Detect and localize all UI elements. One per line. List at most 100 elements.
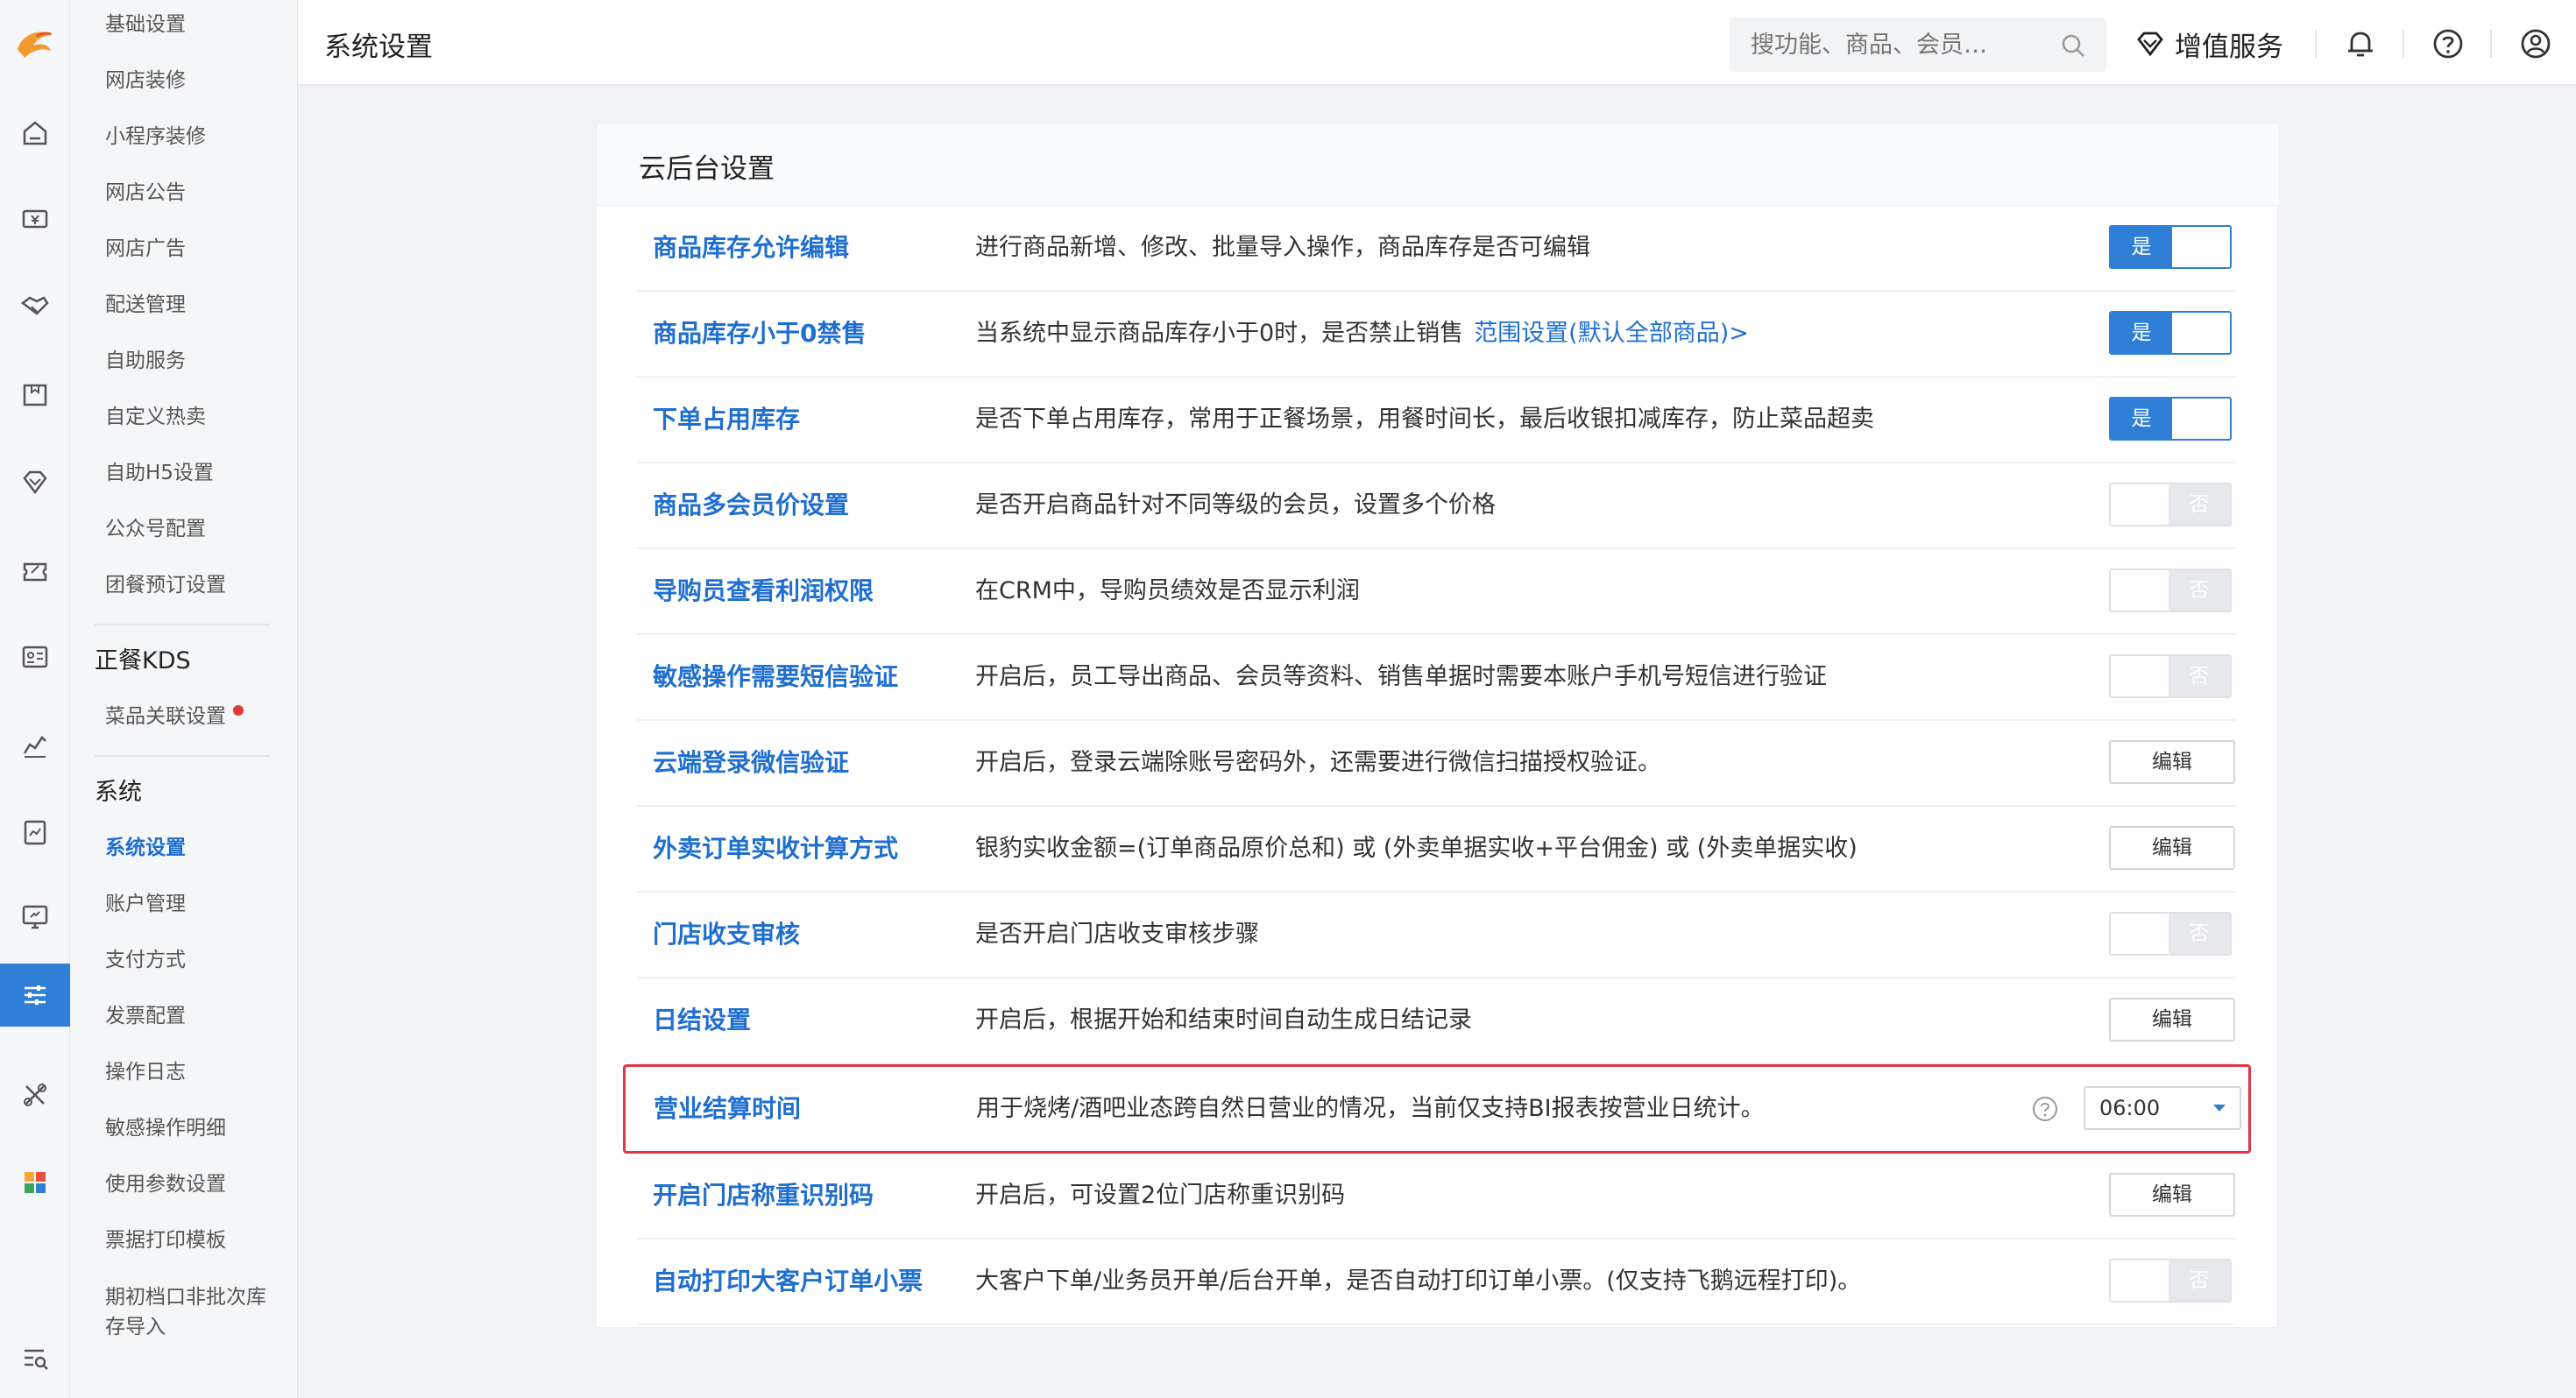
- rail-monitor[interactable]: [0, 885, 70, 948]
- rail-members[interactable]: [0, 450, 70, 513]
- edit-button[interactable]: 编辑: [2109, 998, 2235, 1041]
- setting-description: 开启后，根据开始和结束时间自动生成日结记录: [975, 1006, 1472, 1034]
- rail-cashier[interactable]: [0, 187, 70, 251]
- menu-item[interactable]: 自助服务: [105, 347, 186, 375]
- scope-settings-link[interactable]: 范围设置(默认全部商品)>: [1474, 320, 1749, 347]
- setting-toggle[interactable]: 是: [2109, 225, 2232, 269]
- rail-menu-search[interactable]: [0, 1326, 70, 1389]
- menu-item[interactable]: 网店装修: [105, 67, 186, 95]
- question-circle-icon[interactable]: [2031, 1095, 2059, 1123]
- menu-item-system-settings[interactable]: 系统设置: [105, 834, 186, 862]
- menu-item-kds-dish-link[interactable]: 菜品关联设置: [105, 703, 244, 731]
- menu-item[interactable]: 账户管理: [105, 890, 186, 918]
- toggle-label: 是: [2111, 227, 2172, 267]
- app-root: 基础设置 网店装修 小程序装修 网店公告 网店广告 配送管理 自助服务 自定义热…: [0, 0, 2576, 1398]
- setting-title[interactable]: 商品库存小于0禁售: [653, 292, 866, 376]
- menu-item[interactable]: 发票配置: [105, 1002, 186, 1030]
- help-icon[interactable]: [2431, 26, 2466, 61]
- menu-item[interactable]: 自助H5设置: [105, 459, 214, 487]
- setting-title[interactable]: 商品库存允许编辑: [653, 206, 849, 290]
- setting-row: 导购员查看利润权限 在CRM中，导购员绩效是否显示利润 否: [637, 549, 2235, 635]
- rail-marketing[interactable]: [0, 275, 70, 338]
- menu-item[interactable]: 操作日志: [105, 1058, 186, 1086]
- menu-item[interactable]: 公众号配置: [105, 515, 206, 543]
- user-account-icon[interactable]: [2518, 26, 2553, 61]
- edit-button[interactable]: 编辑: [2109, 826, 2235, 870]
- setting-row: 外卖订单实收计算方式 银豹实收金额=(订单商品原价总和) 或 (外卖单据实收+平…: [637, 807, 2235, 893]
- top-bar: 系统设置 增值服务: [298, 0, 2576, 86]
- setting-title[interactable]: 下单占用库存: [653, 378, 800, 462]
- chevron-down-icon: [2213, 1105, 2226, 1112]
- rail-settings[interactable]: [0, 964, 70, 1027]
- edit-button[interactable]: 编辑: [2109, 740, 2235, 784]
- apps-grid-icon: [25, 1172, 46, 1193]
- menu-item[interactable]: 支付方式: [105, 946, 186, 974]
- setting-toggle[interactable]: 是: [2109, 397, 2232, 441]
- menu-item[interactable]: 网店广告: [105, 235, 186, 263]
- setting-toggle[interactable]: 否: [2109, 568, 2232, 612]
- search-input[interactable]: [1730, 18, 2045, 72]
- cloud-backend-settings-panel: 云后台设置 商品库存允许编辑 进行商品新增、修改、批量导入操作，商品库存是否可编…: [596, 123, 2279, 1328]
- rail-coupons[interactable]: [0, 538, 70, 601]
- setting-title[interactable]: 云端登录微信验证: [653, 721, 849, 805]
- menu-item[interactable]: 期初档口非批次库存导入: [105, 1282, 280, 1342]
- setting-toggle[interactable]: 否: [2109, 654, 2232, 698]
- setting-row: 日结设置 开启后，根据开始和结束时间自动生成日结记录 编辑: [637, 978, 2235, 1064]
- rail-apps[interactable]: [0, 1151, 70, 1214]
- setting-description: 用于烧烤/酒吧业态跨自然日营业的情况，当前仅支持BI报表按营业日统计。: [976, 1095, 1765, 1122]
- rail-tools[interactable]: [0, 1063, 70, 1126]
- setting-description-text: 当系统中显示商品库存小于0时，是否禁止销售: [975, 320, 1464, 347]
- setting-title[interactable]: 商品多会员价设置: [653, 463, 849, 547]
- menu-section-system: 系统: [95, 779, 142, 806]
- page-title: 系统设置: [324, 32, 433, 63]
- topbar-divider: [2315, 30, 2317, 58]
- setting-title[interactable]: 开启门店称重识别码: [653, 1154, 874, 1238]
- menu-item[interactable]: 敏感操作明细: [105, 1114, 226, 1142]
- bell-icon[interactable]: [2343, 26, 2378, 61]
- settlement-time-select[interactable]: 06:00: [2084, 1086, 2241, 1130]
- global-search: [1730, 18, 2106, 72]
- toggle-label: 否: [2169, 656, 2230, 696]
- brand-logo-icon[interactable]: [11, 19, 60, 68]
- setting-description: 当系统中显示商品库存小于0时，是否禁止销售 范围设置(默认全部商品)>: [975, 292, 1749, 376]
- notification-dot: [233, 705, 244, 716]
- topbar-divider: [2490, 30, 2492, 58]
- setting-title[interactable]: 导购员查看利润权限: [653, 549, 874, 633]
- tools-icon: [24, 1084, 46, 1106]
- panel-title: 云后台设置: [639, 153, 775, 185]
- menu-search-icon: [25, 1349, 48, 1370]
- search-icon[interactable]: [2059, 32, 2087, 60]
- value-added-services-label: 增值服务: [2175, 31, 2283, 63]
- menu-item[interactable]: 团餐预订设置: [105, 571, 226, 599]
- setting-title[interactable]: 外卖订单实收计算方式: [653, 807, 898, 891]
- rail-home[interactable]: [0, 102, 70, 165]
- setting-toggle[interactable]: 是: [2109, 311, 2232, 355]
- value-added-services-button[interactable]: 增值服务: [2134, 23, 2283, 65]
- edit-button[interactable]: 编辑: [2109, 1173, 2235, 1217]
- rail-products[interactable]: [0, 363, 70, 426]
- setting-title[interactable]: 门店收支审核: [653, 893, 800, 977]
- menu-item[interactable]: 基础设置: [105, 11, 186, 39]
- panel-header: 云后台设置: [597, 124, 2279, 206]
- topbar-divider: [2403, 30, 2404, 58]
- menu-item[interactable]: 票据打印模板: [105, 1226, 226, 1254]
- rail-analysis[interactable]: [0, 801, 70, 864]
- menu-item[interactable]: 网店公告: [105, 179, 186, 207]
- setting-row: 下单占用库存 是否下单占用库存，常用于正餐场景，用餐时间长，最后收银扣减库存，防…: [637, 378, 2235, 463]
- setting-title[interactable]: 敏感操作需要短信验证: [653, 635, 898, 719]
- setting-toggle[interactable]: 否: [2109, 1259, 2232, 1303]
- rail-reports[interactable]: [0, 713, 70, 776]
- setting-title[interactable]: 自动打印大客户订单小票: [653, 1239, 923, 1324]
- report-icon: [24, 820, 46, 845]
- setting-title[interactable]: 营业结算时间: [654, 1067, 801, 1151]
- rail-staff[interactable]: [0, 625, 70, 688]
- cash-icon: [22, 209, 48, 229]
- setting-toggle[interactable]: 否: [2109, 483, 2232, 526]
- toggle-label: 否: [2169, 570, 2230, 611]
- menu-item[interactable]: 自定义热卖: [105, 403, 206, 431]
- setting-title[interactable]: 日结设置: [653, 978, 751, 1063]
- setting-toggle[interactable]: 否: [2109, 912, 2232, 956]
- menu-item[interactable]: 小程序装修: [105, 123, 206, 151]
- menu-item[interactable]: 使用参数设置: [105, 1170, 226, 1198]
- menu-item[interactable]: 配送管理: [105, 291, 186, 319]
